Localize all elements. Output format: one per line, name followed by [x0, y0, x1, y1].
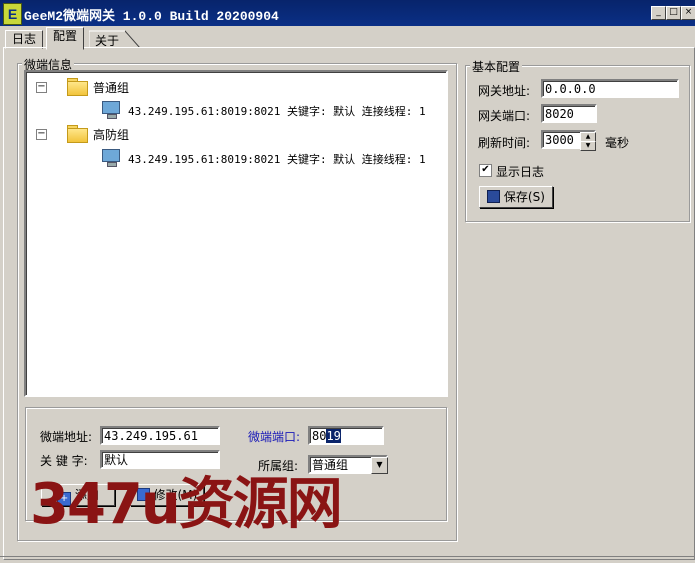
tree-group-highdefense[interactable]: 高防组 [93, 126, 129, 143]
save-disk-icon [487, 190, 501, 203]
maximize-button[interactable]: □ [666, 6, 681, 20]
client-port-label: 微端端口: [248, 430, 301, 444]
keyword-label: 关 键 字: [40, 454, 88, 468]
tree-group-normal[interactable]: 普通组 [93, 79, 129, 96]
minimize-button[interactable]: _ [651, 6, 666, 20]
save-button[interactable]: 保存(S) [479, 186, 553, 208]
title-bar[interactable]: E GeeM2微端网关 1.0.0 Build 20200904 _ □ × [0, 0, 695, 26]
refresh-unit-label: 毫秒 [605, 136, 630, 150]
monitor-icon [102, 149, 120, 167]
folder-icon [67, 125, 88, 143]
gateway-port-input[interactable]: 8020 [541, 104, 597, 123]
gateway-address-label: 网关地址: [478, 84, 531, 98]
close-button[interactable]: × [681, 6, 695, 20]
tree-node-client[interactable]: 43.249.195.61:8019:8021 关键字: 默认 连接线程: 1 [128, 151, 426, 167]
tree-node-client[interactable]: 43.249.195.61:8019:8021 关键字: 默认 连接线程: 1 [128, 103, 426, 119]
app-icon: E [3, 3, 22, 25]
gateway-port-label: 网关端口: [478, 109, 531, 123]
show-log-label[interactable]: 显示日志 [496, 163, 544, 180]
spin-down-icon[interactable]: ▼ [580, 141, 596, 151]
basic-config-legend: 基本配置 [470, 58, 523, 75]
client-address-input[interactable]: 43.249.195.61 [100, 426, 220, 445]
watermark: 347u资源网 [30, 472, 343, 537]
show-log-checkbox[interactable]: ✔ [479, 164, 492, 177]
tab-config[interactable]: 配置 [46, 27, 85, 50]
monitor-icon [102, 101, 120, 119]
refresh-time-label: 刷新时间: [478, 136, 531, 150]
client-tree[interactable]: − 普通组 43.249.195.61:8019:8021 关键字: 默认 连接… [24, 70, 448, 397]
folder-icon [67, 78, 88, 96]
dropdown-arrow-icon[interactable]: ▼ [371, 457, 388, 474]
gateway-address-input[interactable]: 0.0.0.0 [541, 79, 679, 98]
collapse-icon[interactable]: − [36, 129, 47, 140]
group-select-value: 普通组 [312, 458, 349, 472]
keyword-input[interactable]: 默认 [100, 450, 220, 469]
client-port-input[interactable]: 8019 [308, 426, 384, 445]
collapse-icon[interactable]: − [36, 82, 47, 93]
client-address-label: 微端地址: [40, 430, 93, 444]
tab-strip: 日志 配置 关于 [0, 26, 695, 50]
client-port-text: 80 [312, 429, 327, 443]
client-port-selection: 19 [326, 429, 341, 443]
save-button-label: 保存(S) [503, 190, 545, 204]
window-title: GeeM2微端网关 1.0.0 Build 20200904 [24, 9, 279, 24]
